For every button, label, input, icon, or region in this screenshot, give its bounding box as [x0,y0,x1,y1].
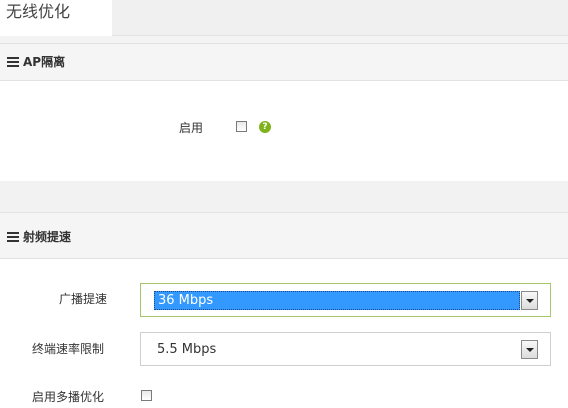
broadcast-rate-select[interactable]: 36 Mbps [140,283,551,317]
ap-isolation-enable-label: 启用 [179,121,204,135]
section-header-ap-isolation: AP隔离 [0,43,568,81]
terminal-rate-limit-select-inner[interactable]: 5.5 Mbps [154,340,538,359]
help-icon[interactable]: ? [259,121,271,133]
multicast-opt-label: 启用多播优化 [32,390,105,404]
broadcast-rate-label: 广播提速 [59,292,108,306]
broadcast-rate-value[interactable]: 36 Mbps [154,291,520,310]
terminal-rate-limit-value[interactable]: 5.5 Mbps [154,340,520,359]
terminal-rate-limit-label: 终端速率限制 [32,342,105,356]
broadcast-rate-select-inner[interactable]: 36 Mbps [154,291,538,310]
page-title-bar: 无线优化 [0,0,568,36]
multicast-opt-checkbox[interactable] [141,390,152,401]
panel-ap-isolation: 启用 ? [0,81,568,181]
menu-icon [7,57,19,67]
section-header-rf-boost: 射频提速 [0,212,568,259]
panel-rf-boost: 广播提速 36 Mbps 终端速率限制 5.5 Mbps 启用多播优化 [0,259,568,408]
section-divider [0,181,568,213]
page-title: 无线优化 [6,2,71,21]
section-title-rf-boost: 射频提速 [23,230,72,244]
terminal-rate-limit-select[interactable]: 5.5 Mbps [140,332,551,366]
chevron-down-icon[interactable] [521,291,538,310]
page-title-tab: 无线优化 [0,0,112,36]
chevron-down-icon[interactable] [521,340,538,359]
menu-icon [7,232,19,242]
section-title-ap-isolation: AP隔离 [23,55,66,69]
ap-isolation-enable-checkbox[interactable] [236,121,247,132]
